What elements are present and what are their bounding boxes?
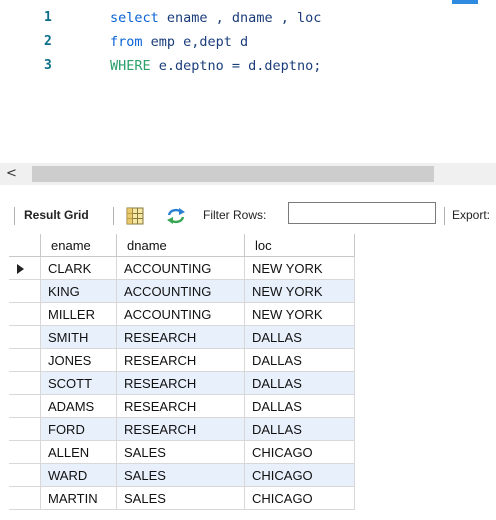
row-selector[interactable]	[9, 487, 41, 510]
code-line[interactable]: 3 WHERE e.deptno = d.deptno;	[0, 55, 496, 77]
grid-header-row: ename dname loc	[9, 234, 355, 257]
table-row[interactable]: FORD RESEARCH DALLAS	[9, 418, 355, 441]
scroll-left-icon[interactable]: <	[6, 165, 20, 183]
table-row[interactable]: MILLER ACCOUNTING NEW YORK	[9, 303, 355, 326]
code-token: ename , dname , loc	[158, 10, 322, 26]
column-header-dname[interactable]: dname	[117, 234, 245, 257]
line-number: 1	[44, 10, 52, 25]
cell-ename[interactable]: CLARK	[41, 257, 117, 280]
row-selector[interactable]	[9, 280, 41, 303]
table-row[interactable]: SMITH RESEARCH DALLAS	[9, 326, 355, 349]
horizontal-scrollbar[interactable]: <	[0, 163, 496, 185]
code-token: e.deptno = d.deptno;	[150, 58, 322, 74]
cell-loc[interactable]: CHICAGO	[245, 487, 355, 510]
row-selector[interactable]	[9, 303, 41, 326]
row-selector[interactable]	[9, 441, 41, 464]
code-text[interactable]: from emp e,dept d	[110, 31, 248, 53]
column-header-loc[interactable]: loc	[245, 234, 355, 257]
row-selector[interactable]	[9, 326, 41, 349]
cell-ename[interactable]: KING	[41, 280, 117, 303]
sql-keyword: select	[110, 10, 159, 26]
cell-loc[interactable]: DALLAS	[245, 326, 355, 349]
cell-loc[interactable]: CHICAGO	[245, 441, 355, 464]
cell-ename[interactable]: WARD	[41, 464, 117, 487]
table-row[interactable]: MARTIN SALES CHICAGO	[9, 487, 355, 510]
cell-loc[interactable]: DALLAS	[245, 395, 355, 418]
cell-ename[interactable]: JONES	[41, 349, 117, 372]
toolbar-separator	[14, 207, 15, 225]
cell-loc[interactable]: NEW YORK	[245, 303, 355, 326]
cell-loc[interactable]: NEW YORK	[245, 280, 355, 303]
filter-rows-input[interactable]	[288, 202, 436, 224]
scrollbar-thumb[interactable]	[32, 166, 434, 182]
sql-editor[interactable]: 1 select ename , dname , loc 2 from emp e,d…	[0, 0, 496, 163]
row-selector[interactable]	[9, 418, 41, 441]
cell-ename[interactable]: SMITH	[41, 326, 117, 349]
line-number: 3	[44, 58, 52, 73]
cell-loc[interactable]: DALLAS	[245, 349, 355, 372]
toolbar-separator	[113, 207, 114, 225]
result-toolbar: Result Grid Filter Rows: Export:	[0, 198, 496, 234]
sql-keyword: WHERE	[110, 58, 151, 74]
refresh-icon[interactable]	[166, 207, 186, 225]
code-token: emp e,dept d	[142, 34, 249, 50]
cell-loc[interactable]: CHICAGO	[245, 464, 355, 487]
cell-dname[interactable]: RESEARCH	[117, 372, 245, 395]
table-row[interactable]: ADAMS RESEARCH DALLAS	[9, 395, 355, 418]
toolbar-separator	[444, 207, 445, 225]
code-line[interactable]: 2 from emp e,dept d	[0, 31, 496, 53]
row-selector[interactable]	[9, 395, 41, 418]
cell-dname[interactable]: RESEARCH	[117, 349, 245, 372]
cell-ename[interactable]: FORD	[41, 418, 117, 441]
table-row[interactable]: ALLEN SALES CHICAGO	[9, 441, 355, 464]
cell-ename[interactable]: SCOTT	[41, 372, 117, 395]
cell-dname[interactable]: SALES	[117, 464, 245, 487]
table-row[interactable]: KING ACCOUNTING NEW YORK	[9, 280, 355, 303]
cell-dname[interactable]: RESEARCH	[117, 395, 245, 418]
table-row[interactable]: CLARK ACCOUNTING NEW YORK	[9, 257, 355, 280]
cell-dname[interactable]: RESEARCH	[117, 326, 245, 349]
cell-ename[interactable]: ALLEN	[41, 441, 117, 464]
cell-ename[interactable]: ADAMS	[41, 395, 117, 418]
row-selector-header[interactable]	[9, 234, 41, 257]
row-selector[interactable]	[9, 372, 41, 395]
editor-tab-accent	[452, 0, 478, 4]
column-header-ename[interactable]: ename	[41, 234, 117, 257]
cell-dname[interactable]: ACCOUNTING	[117, 257, 245, 280]
line-number: 2	[44, 34, 52, 49]
table-row[interactable]: WARD SALES CHICAGO	[9, 464, 355, 487]
cell-loc[interactable]: DALLAS	[245, 418, 355, 441]
export-button[interactable]: Export:	[452, 208, 490, 222]
cell-dname[interactable]: ACCOUNTING	[117, 280, 245, 303]
cell-ename[interactable]: MARTIN	[41, 487, 117, 510]
grid-view-icon[interactable]	[126, 207, 144, 225]
filter-rows-label: Filter Rows:	[203, 208, 267, 222]
result-grid[interactable]: ename dname loc CLARK ACCOUNTING NEW YORK K…	[9, 234, 355, 520]
cell-dname[interactable]: ACCOUNTING	[117, 303, 245, 326]
cell-ename[interactable]: MILLER	[41, 303, 117, 326]
code-text[interactable]: WHERE e.deptno = d.deptno;	[110, 55, 321, 77]
row-selector[interactable]	[9, 349, 41, 372]
cell-loc[interactable]: NEW YORK	[245, 257, 355, 280]
sql-keyword: from	[110, 34, 143, 50]
row-cursor-icon	[17, 264, 24, 274]
cell-dname[interactable]: SALES	[117, 441, 245, 464]
cell-dname[interactable]: RESEARCH	[117, 418, 245, 441]
code-text[interactable]: select ename , dname , loc	[110, 7, 321, 29]
cell-loc[interactable]: DALLAS	[245, 372, 355, 395]
code-line[interactable]: 1 select ename , dname , loc	[0, 7, 496, 29]
row-selector[interactable]	[9, 257, 41, 280]
result-grid-tab[interactable]: Result Grid	[24, 208, 89, 222]
table-row[interactable]: JONES RESEARCH DALLAS	[9, 349, 355, 372]
table-row[interactable]: SCOTT RESEARCH DALLAS	[9, 372, 355, 395]
cell-dname[interactable]: SALES	[117, 487, 245, 510]
row-selector[interactable]	[9, 464, 41, 487]
